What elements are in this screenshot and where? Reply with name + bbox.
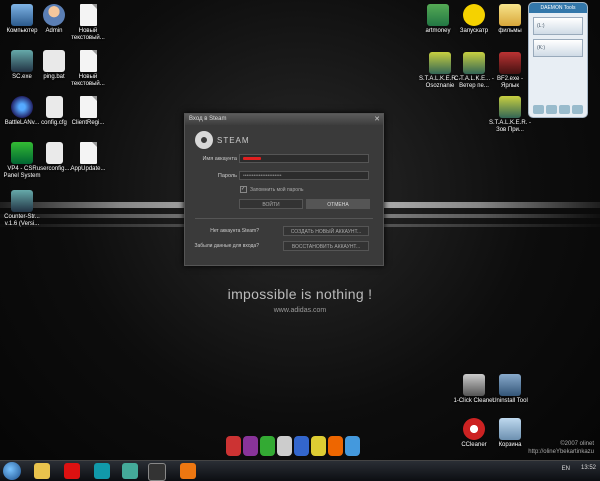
steam-login-dialog: Вход в Steam ✕ STEAM Имя аккаунта Пароль… xyxy=(184,113,384,266)
password-row: Пароль •••••••••••••••••••••• xyxy=(185,171,383,181)
desktop-icon-films[interactable]: фильмы xyxy=(488,4,532,35)
desktop-icon-recycle-bin[interactable]: Корзина xyxy=(488,418,532,449)
desktop-icon-clientreg[interactable]: ClientRegi... xyxy=(66,96,110,127)
login-button[interactable]: ВОЙТИ xyxy=(239,199,303,209)
gadget-title: DAEMON Tools xyxy=(529,3,587,13)
skype-icon[interactable] xyxy=(94,463,110,479)
copyright-line: ©2007 olinet xyxy=(560,441,594,447)
recover-account-row: Забыли данные для входа? ВОССТАНОВИТЬ АК… xyxy=(185,241,383,251)
dock-app-icon[interactable] xyxy=(226,436,241,456)
steam-logo: STEAM xyxy=(195,131,250,149)
language-indicator[interactable]: EN xyxy=(562,466,570,472)
document-icon xyxy=(79,142,97,164)
uninstall-icon xyxy=(499,374,521,396)
battlefield-icon xyxy=(499,52,521,74)
recover-account-button[interactable]: ВОССТАНОВИТЬ АККАУНТ... xyxy=(283,241,369,251)
desktop-icon-stalker-3[interactable]: S.T.A.L.K.E.R. - Зов При... xyxy=(488,96,532,134)
wallpaper-copyright: ©2007 olinet http://olineYbekartinkazu xyxy=(528,440,594,456)
account-label: Имя аккаунта xyxy=(202,156,237,162)
remember-password-checkbox[interactable]: ✓ Запомнить мой пароль xyxy=(240,186,303,193)
explorer-icon[interactable] xyxy=(34,463,50,479)
account-name-input[interactable] xyxy=(239,154,369,163)
folder-icon xyxy=(499,4,521,26)
unmount-icon[interactable] xyxy=(559,105,570,114)
app-icon[interactable] xyxy=(122,463,138,479)
text-document-icon xyxy=(79,50,97,72)
wallpaper-url: www.adidas.com xyxy=(273,307,327,314)
mount-icon[interactable] xyxy=(546,105,557,114)
stalker-icon xyxy=(463,52,485,74)
user-folder-icon xyxy=(43,4,65,26)
stalker-icon xyxy=(429,52,451,74)
text-document-icon xyxy=(79,4,97,26)
firefox-icon[interactable] xyxy=(180,463,196,479)
create-account-button[interactable]: СОЗДАТЬ НОВЫЙ АККАУНТ... xyxy=(283,226,369,236)
battlenet-icon xyxy=(11,96,33,118)
desktop-icon-appupdate[interactable]: AppUpdate... xyxy=(66,142,110,173)
artmoney-icon xyxy=(427,4,449,26)
app-dock xyxy=(226,432,370,456)
desktop: impossible is nothing ! www.adidas.com ©… xyxy=(0,0,600,460)
dialog-title: Вход в Steam xyxy=(189,116,227,122)
dock-app-icon[interactable] xyxy=(294,436,309,456)
recycle-bin-icon xyxy=(499,418,521,440)
wallpaper-slogan: impossible is nothing ! xyxy=(227,286,373,302)
computer-icon xyxy=(11,4,33,26)
virtual-drive-slot[interactable]: (L:) xyxy=(533,17,583,35)
batch-file-icon xyxy=(43,50,65,72)
document-icon xyxy=(79,96,97,118)
no-account-question: Нет аккаунта Steam? xyxy=(210,228,259,234)
virtual-drive-slot[interactable]: (K:) xyxy=(533,39,583,57)
gadget-toolbar xyxy=(533,105,583,114)
ccleaner-icon xyxy=(463,418,485,440)
dock-app-icon[interactable] xyxy=(311,436,326,456)
desktop-icon-bf2[interactable]: BF2.exe - Ярлык xyxy=(488,52,532,90)
stalker-icon xyxy=(499,96,521,118)
dock-app-icon[interactable] xyxy=(277,436,292,456)
steam-logo-text: STEAM xyxy=(217,135,250,145)
account-row: Имя аккаунта xyxy=(185,154,383,164)
dock-app-icon[interactable] xyxy=(243,436,258,456)
config-file-icon xyxy=(45,142,63,164)
close-icon[interactable]: ✕ xyxy=(374,114,380,125)
divider xyxy=(195,218,373,219)
create-account-row: Нет аккаунта Steam? СОЗДАТЬ НОВЫЙ АККАУН… xyxy=(185,226,383,236)
steam-icon[interactable] xyxy=(148,463,166,481)
desktop-icon-new-text-2[interactable]: Новый текстовый... xyxy=(66,50,110,88)
launcher-icon xyxy=(463,4,485,26)
desktop-icon-new-text-1[interactable]: Новый текстовый... xyxy=(66,4,110,42)
daemon-tools-gadget[interactable]: DAEMON Tools (L:) (K:) xyxy=(528,2,588,118)
dialog-titlebar: Вход в Steam ✕ xyxy=(185,114,383,125)
dock-app-icon[interactable] xyxy=(345,436,360,456)
sc-exe-icon xyxy=(11,50,33,72)
opera-icon[interactable] xyxy=(64,463,80,479)
settings-icon[interactable] xyxy=(572,105,583,114)
copyright-line: http://olineYbekartinkazu xyxy=(528,449,594,455)
password-label: Пароль xyxy=(217,173,237,179)
desktop-icon-counter-strike[interactable]: Counter-Str... v.1.6 (Versi... xyxy=(0,190,44,228)
add-image-icon[interactable] xyxy=(533,105,544,114)
start-button[interactable] xyxy=(3,462,21,480)
steam-logo-icon xyxy=(195,131,213,149)
dock-app-icon[interactable] xyxy=(328,436,343,456)
clock[interactable]: 13:52 xyxy=(581,465,596,471)
taskbar: EN 13:52 xyxy=(0,460,600,481)
checkmark-icon: ✓ xyxy=(240,186,247,193)
counter-strike-icon xyxy=(11,190,33,212)
cancel-button[interactable]: ОТМЕНА xyxy=(306,199,370,209)
cleaner-icon xyxy=(463,374,485,396)
utorrent-icon[interactable] xyxy=(260,436,275,456)
vp4-panel-icon xyxy=(11,142,33,164)
password-input[interactable]: •••••••••••••••••••••• xyxy=(239,171,369,180)
desktop-icon-uninstall-tool[interactable]: Uninstall Tool xyxy=(488,374,532,405)
redacted-account-value xyxy=(243,157,261,161)
forgot-credentials-question: Забыли данные для входа? xyxy=(194,243,259,249)
config-file-icon xyxy=(45,96,63,118)
